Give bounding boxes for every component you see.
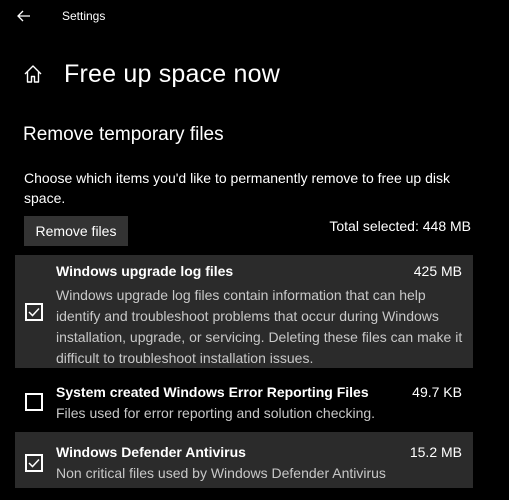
total-selected-text: Total selected: 448 MB <box>329 218 471 234</box>
checkmark-icon <box>28 458 40 468</box>
item-size: 425 MB <box>413 263 462 279</box>
file-item-windows-upgrade-logs[interactable]: Windows upgrade log files 425 MB Windows… <box>15 255 473 368</box>
file-item-error-reporting[interactable]: System created Windows Error Reporting F… <box>15 375 473 425</box>
back-arrow-icon <box>17 10 30 22</box>
section-title: Remove temporary files <box>23 124 224 145</box>
remove-files-button[interactable]: Remove files <box>24 216 128 246</box>
item-name: Windows Defender Antivirus <box>56 444 246 460</box>
item-checkbox[interactable] <box>25 393 43 411</box>
item-size: 49.7 KB <box>412 384 462 400</box>
item-checkbox[interactable] <box>25 303 43 321</box>
page-header: Free up space now <box>22 56 280 92</box>
item-description: Non critical files used by Windows Defen… <box>56 465 386 481</box>
item-description: Windows upgrade log files contain inform… <box>56 287 463 366</box>
file-item-defender-antivirus[interactable]: Windows Defender Antivirus 15.2 MB Non c… <box>15 432 473 488</box>
app-title: Settings <box>62 9 106 23</box>
settings-window: Settings Free up space now Remove tempor… <box>0 0 509 500</box>
checkmark-icon <box>28 307 40 317</box>
page-title: Free up space now <box>64 59 281 88</box>
section-description: Choose which items you'd like to permane… <box>24 170 450 206</box>
item-description: Files used for error reporting and solut… <box>56 405 376 421</box>
back-button[interactable] <box>10 4 38 28</box>
home-icon <box>24 65 42 83</box>
home-button[interactable] <box>22 63 44 85</box>
item-checkbox[interactable] <box>25 454 43 472</box>
item-size: 15.2 MB <box>409 444 462 460</box>
title-bar: Settings <box>0 0 509 32</box>
item-name: System created Windows Error Reporting F… <box>56 384 369 400</box>
item-name: Windows upgrade log files <box>56 263 234 279</box>
